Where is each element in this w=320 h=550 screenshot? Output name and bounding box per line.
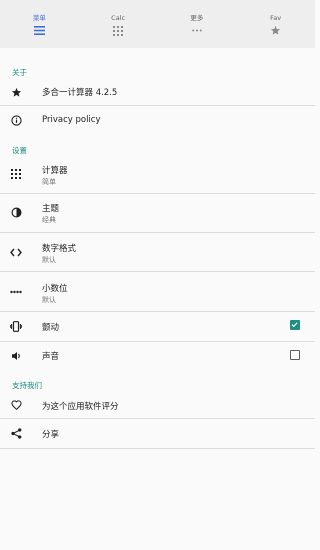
share-label: 分享	[42, 430, 60, 440]
heart-icon	[10, 399, 22, 411]
privacy-policy-row[interactable]: Privacy policy	[0, 106, 315, 134]
decimal-dots-icon	[10, 286, 22, 298]
more-dots-icon	[191, 25, 203, 36]
tab-calc[interactable]: Calc	[79, 0, 158, 48]
vibration-checkbox[interactable]	[290, 320, 300, 330]
share-icon	[10, 427, 22, 439]
rate-app-row[interactable]: 为这个应用软件评分	[0, 392, 315, 418]
calculator-grid-icon	[112, 25, 124, 36]
star-icon	[270, 25, 282, 36]
theme-setting-value: 经典	[42, 216, 56, 224]
contrast-icon	[10, 206, 22, 218]
section-header-settings: 设置	[12, 146, 27, 155]
decimal-places-setting-row[interactable]: 小数位 默认	[0, 272, 315, 311]
share-row[interactable]: 分享	[0, 419, 315, 448]
section-header-about: 关于	[12, 68, 27, 77]
divider	[0, 448, 315, 449]
settings-list: 关于 多合一计算器 4.2.5 Privacy policy 设置 计算器 简单	[0, 48, 315, 550]
tab-menu-label: 菜单	[32, 14, 46, 22]
calculator-setting-value: 简单	[42, 178, 56, 186]
calculator-setting-title: 计算器	[42, 166, 68, 176]
number-format-setting-row[interactable]: 数字格式 默认	[0, 233, 315, 271]
vibration-setting-row[interactable]: 颤动	[0, 312, 315, 341]
theme-setting-title: 主题	[42, 204, 60, 214]
calculator-setting-row[interactable]: 计算器 简单	[0, 158, 315, 193]
about-app-row[interactable]: 多合一计算器 4.2.5	[0, 80, 315, 105]
star-icon	[10, 86, 22, 98]
number-format-setting-value: 默认	[42, 256, 56, 264]
calculator-grid-icon	[10, 168, 22, 180]
rate-app-label: 为这个应用软件评分	[42, 402, 119, 412]
app-name-version: 多合一计算器 4.2.5	[42, 88, 118, 98]
top-tab-bar: 菜单 Calc 更多 Fav	[0, 0, 315, 48]
tab-fav[interactable]: Fav	[236, 0, 315, 48]
sound-setting-row[interactable]: 声音	[0, 342, 315, 369]
speaker-icon	[10, 350, 22, 362]
sound-setting-title: 声音	[42, 352, 60, 362]
info-icon	[10, 114, 22, 126]
section-header-support: 支持我们	[12, 381, 42, 390]
tab-fav-label: Fav	[270, 14, 282, 22]
tab-menu[interactable]: 菜单	[0, 0, 79, 48]
decimal-places-setting-title: 小数位	[42, 284, 68, 294]
tab-more[interactable]: 更多	[158, 0, 237, 48]
sound-checkbox[interactable]	[290, 350, 300, 360]
vibration-icon	[10, 320, 22, 332]
tab-more-label: 更多	[190, 14, 204, 22]
code-brackets-icon	[10, 246, 22, 258]
theme-setting-row[interactable]: 主题 经典	[0, 194, 315, 232]
tab-calc-label: Calc	[111, 14, 126, 22]
menu-icon	[33, 25, 45, 36]
vibration-setting-title: 颤动	[42, 323, 60, 333]
decimal-places-setting-value: 默认	[42, 296, 56, 304]
number-format-setting-title: 数字格式	[42, 244, 77, 254]
privacy-policy-label: Privacy policy	[42, 115, 101, 125]
